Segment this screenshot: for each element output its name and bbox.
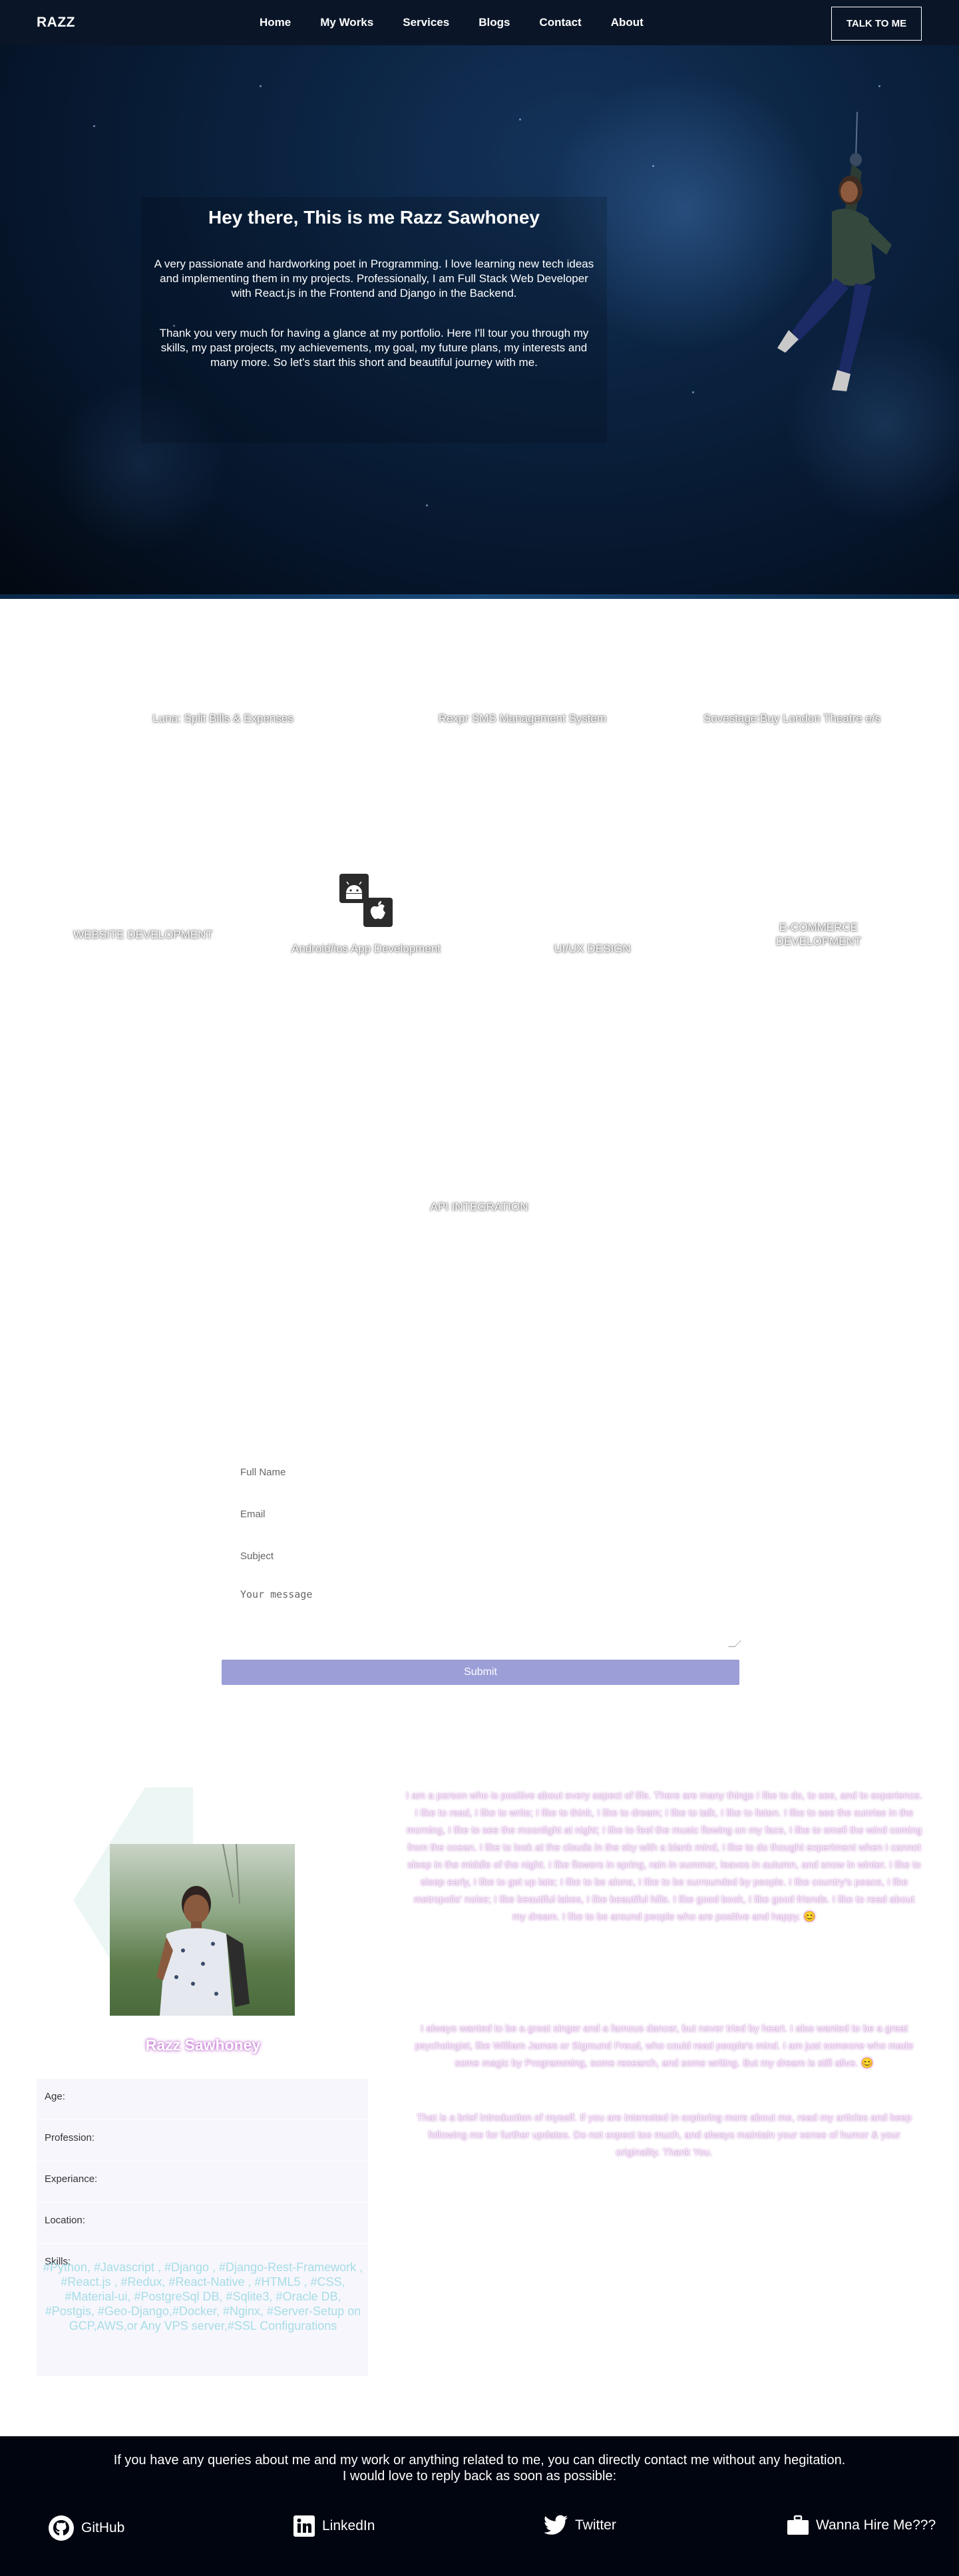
about-paragraph-1: I am a person who is positive about ever… [406, 1787, 922, 1926]
skills-list: #Python, #Javascript , #Django , #Django… [43, 2261, 363, 2332]
nav-services[interactable]: Services [403, 16, 449, 29]
info-label: Location: [45, 2215, 85, 2226]
info-row-age: Age: [37, 2079, 368, 2120]
info-label: Experiance: [45, 2173, 98, 2185]
linkedin-link[interactable]: LinkedIn [293, 2515, 375, 2537]
hanging-person-illustration [777, 112, 892, 391]
star-dot [426, 504, 428, 506]
star-dot [260, 85, 262, 87]
about-paragraph-2: I always wanted to be a great singer and… [406, 2020, 922, 2072]
star-dot [93, 125, 95, 127]
profile-photo [110, 1844, 295, 2016]
info-row-location: Location: [37, 2203, 368, 2244]
talk-to-me-button[interactable]: TALK TO ME [831, 7, 922, 41]
footer-line-1: If you have any queries about me and my … [113, 2453, 846, 2468]
profile-name: Razz Sawhoney [145, 2036, 261, 2054]
star-dot [652, 165, 654, 167]
brand-logo[interactable]: RAZZ [37, 15, 75, 31]
service-ecommerce-development: E-COMMERCE DEVELOPMENT [775, 921, 862, 948]
service-ui-ux-design: UI/UX DESIGN [554, 942, 631, 955]
work-luna[interactable]: Luna: Split Bills & Expenses [100, 712, 346, 725]
star-dot [519, 118, 521, 120]
info-row-experiance: Experiance: [37, 2161, 368, 2203]
footer-line-2: I would love to reply back as soon as po… [342, 2469, 617, 2484]
nav-blogs[interactable]: Blogs [479, 16, 510, 29]
work-rexpr[interactable]: Rexpr SMS Management System [399, 712, 646, 725]
linkedin-label: LinkedIn [322, 2518, 375, 2533]
twitter-label: Twitter [575, 2517, 616, 2533]
service-website-development: WEBSITE DEVELOPMENT [73, 928, 213, 941]
star-dot [692, 391, 694, 393]
twitter-icon [544, 2515, 568, 2535]
info-label: Age: [45, 2091, 65, 2102]
hire-me-link[interactable]: Wanna Hire Me??? [787, 2515, 936, 2536]
github-label: GitHub [81, 2520, 125, 2535]
about-paragraph-1-text: I am a person who is positive about ever… [406, 1790, 922, 1923]
star-dot [878, 85, 880, 87]
info-row-profession: Profession: [37, 2120, 368, 2161]
service-api-integration: API INTEGRATION [430, 1200, 528, 1213]
twitter-link[interactable]: Twitter [544, 2515, 616, 2536]
top-navbar: RAZZ Home My Works Services Blogs Contac… [0, 0, 959, 45]
hero-title: Hey there, This is me Razz Sawhoney [208, 207, 540, 228]
emoji-smile-icon: 😊 [861, 2058, 874, 2069]
message-textarea[interactable]: Your message [222, 1582, 741, 1648]
hire-me-label: Wanna Hire Me??? [816, 2517, 936, 2533]
nav-about[interactable]: About [611, 16, 644, 29]
submit-button[interactable]: Submit [222, 1660, 739, 1685]
profile-photo-frame [73, 1787, 299, 2020]
service-app-development: Android/ios App Development [291, 942, 441, 955]
full-name-input[interactable]: Full Name [222, 1459, 739, 1485]
github-icon [49, 2515, 74, 2541]
work-sovestage[interactable]: Sovestage:Buy London Theatre e/s [666, 712, 918, 725]
hero-welcome-paragraph: Thank you very much for having a glance … [159, 327, 589, 369]
briefcase-icon [787, 2515, 809, 2535]
hero-divider [0, 594, 959, 599]
resize-grip-icon[interactable] [728, 1640, 741, 1647]
subject-input[interactable]: Subject [222, 1543, 739, 1569]
footer-message: If you have any queries about me and my … [0, 2452, 959, 2484]
github-link[interactable]: GitHub [48, 2515, 124, 2541]
nav-my-works[interactable]: My Works [320, 16, 373, 29]
hero-card [141, 197, 607, 443]
email-input[interactable]: Email [222, 1501, 739, 1527]
nav-home[interactable]: Home [260, 16, 291, 29]
hero-section: Hey there, This is me Razz Sawhoney A ve… [0, 45, 959, 599]
android-ios-icon [336, 872, 396, 932]
about-paragraph-2-text: I always wanted to be a great singer and… [415, 2023, 914, 2069]
footer: If you have any queries about me and my … [0, 2436, 959, 2576]
linkedin-icon [293, 2515, 315, 2537]
hero-intro-paragraph: A very passionate and hardworking poet i… [154, 258, 594, 299]
emoji-smile-icon: 😊 [803, 1911, 817, 1923]
message-placeholder: Your message [240, 1588, 313, 1600]
about-paragraph-3: That is a brief introduction of myself. … [417, 2112, 912, 2158]
nav-menu: Home My Works Services Blogs Contact Abo… [260, 16, 673, 29]
nav-contact[interactable]: Contact [539, 16, 581, 29]
info-label: Profession: [45, 2132, 95, 2143]
